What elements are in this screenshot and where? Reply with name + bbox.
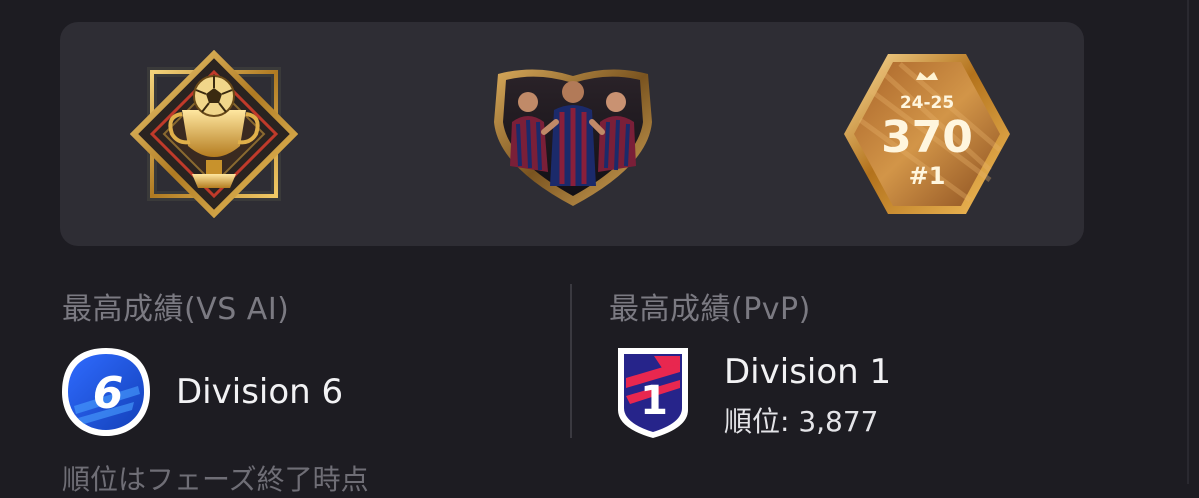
pvp-rank-text: 順位: 3,877 — [724, 405, 879, 438]
section-divider — [570, 284, 572, 438]
best-record-pvp-label: 最高成績(PvP) — [609, 292, 811, 327]
ranking-footnote: 順位はフェーズ終了時点 — [62, 463, 369, 496]
division-6-badge-icon: 6 — [60, 346, 152, 438]
pvp-division-name: Division 1 — [724, 352, 892, 392]
division-1-badge-icon: 1 — [614, 344, 692, 440]
svg-text:1: 1 — [640, 378, 668, 424]
rank-position-label: #1 — [909, 162, 946, 190]
team-crest-photo-icon[interactable] — [488, 62, 658, 210]
vs-ai-division-name: Division 6 — [176, 372, 344, 412]
ranking-hexagon-icon[interactable]: 24-25 370 #1 — [840, 50, 1014, 218]
best-record-vs-ai-label: 最高成績(VS AI) — [62, 292, 290, 327]
achievement-badges-card: 24-25 370 #1 — [60, 22, 1084, 246]
right-edge-divider — [1187, 0, 1189, 484]
rank-season-label: 24-25 — [900, 93, 954, 113]
svg-text:6: 6 — [93, 368, 124, 419]
trophy-emblem-icon[interactable] — [130, 50, 298, 218]
rank-points-label: 370 — [881, 112, 973, 163]
